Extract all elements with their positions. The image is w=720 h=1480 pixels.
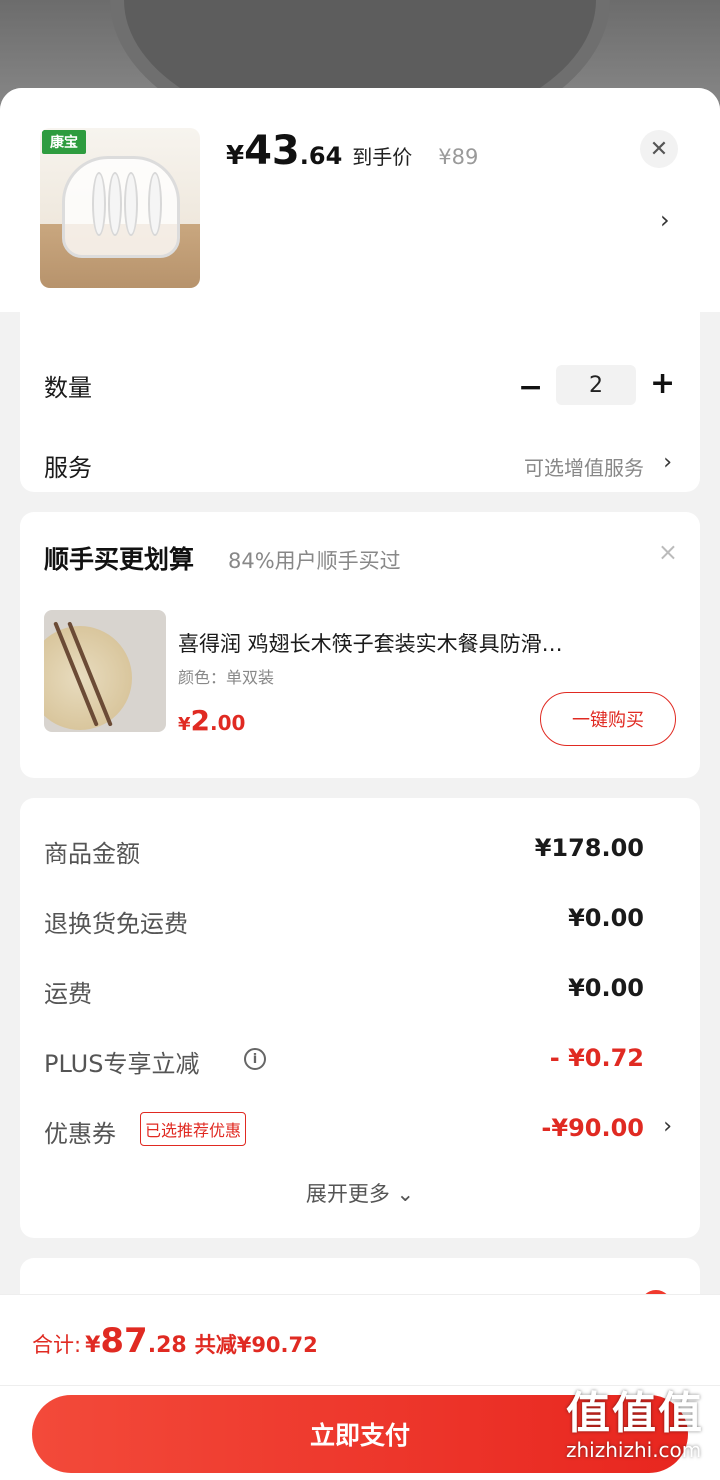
watermark-logo: 值值值 (566, 1388, 704, 1439)
addon-subtitle: 84%用户顺手买过 (228, 549, 401, 573)
total-label: 合计: (32, 1333, 82, 1357)
addon-price: ¥2.00 (178, 704, 245, 737)
service-hint[interactable]: 可选增值服务 (524, 452, 644, 481)
watermark-url: zhizhizhi.com (566, 1438, 702, 1462)
divider (0, 1385, 720, 1386)
fee-label: 优惠券 (44, 1120, 116, 1148)
fee-summary-card: 商品金额 ¥178.00 退换货免运费 ¥0.00 运费 ¥0.00 PLUS专… (20, 798, 700, 1238)
addon-product-image[interactable] (44, 610, 166, 732)
quantity-decrease-button[interactable]: − (518, 370, 543, 405)
quantity-service-card: 数量 − 2 + 服务 可选增值服务 › (20, 312, 700, 492)
chevron-right-icon[interactable]: › (660, 206, 670, 234)
chevron-right-icon[interactable]: › (663, 1114, 672, 1139)
final-price-tag: 到手价 (352, 145, 413, 169)
total-decimal: .28 (147, 1333, 187, 1358)
coupon-badge: 已选推荐优惠 (140, 1112, 247, 1146)
total-savings: 共减¥90.72 (194, 1333, 318, 1357)
purchase-sheet: 康宝 ¥ 43 .64 到手价 ¥89 ✕ › 数量 − 2 + 服务 可选增值… (0, 88, 720, 1480)
product-image[interactable]: 康宝 (40, 128, 200, 288)
fee-value: ¥178.00 (534, 834, 644, 862)
brand-logo: 康宝 (42, 130, 86, 154)
expand-more-button[interactable]: 展开更多 ⌄ (20, 1178, 700, 1208)
close-button[interactable]: ✕ (640, 130, 678, 168)
fee-label: PLUS专享立减 (44, 1050, 200, 1078)
woven-mat-illustration (44, 626, 132, 730)
fee-value: ¥0.00 (568, 904, 644, 932)
addon-price-decimal: .00 (210, 711, 246, 735)
fee-value: -¥90.00 (541, 1114, 644, 1142)
price-currency: ¥ (226, 141, 245, 171)
quantity-label: 数量 (44, 374, 92, 402)
addon-price-currency: ¥ (178, 714, 191, 735)
close-icon: ✕ (649, 136, 669, 162)
fee-row-plus-discount: PLUS专享立减 i - ¥0.72 (20, 1040, 700, 1080)
fee-row-shipping: 运费 ¥0.00 (20, 970, 700, 1010)
addon-spec: 颜色：单双装 (178, 668, 275, 687)
addon-product-name[interactable]: 喜得润 鸡翅长木筷子套装实木餐具防滑… (178, 628, 658, 658)
fee-label: 退换货免运费 (44, 910, 188, 938)
plate-illustration (148, 172, 162, 236)
price-row: ¥ 43 .64 到手价 ¥89 (226, 128, 478, 178)
info-icon[interactable]: i (244, 1048, 266, 1070)
service-label: 服务 (44, 454, 92, 482)
plate-illustration (124, 172, 138, 236)
original-price: ¥89 (438, 145, 479, 169)
addon-close-icon[interactable]: × (658, 538, 678, 566)
quantity-increase-button[interactable]: + (650, 366, 675, 401)
total-currency: ¥ (85, 1333, 101, 1358)
addon-price-integer: 2 (190, 704, 211, 737)
total-integer: 87 (100, 1321, 148, 1361)
fee-row-subtotal: 商品金额 ¥178.00 (20, 830, 700, 870)
price-decimal: .64 (299, 142, 343, 170)
product-header: 康宝 ¥ 43 .64 到手价 ¥89 ✕ › (0, 88, 720, 312)
chevron-right-icon[interactable]: › (663, 450, 672, 475)
fee-label: 运费 (44, 980, 92, 1008)
site-watermark: 值值值 zhizhizhi.com (566, 1388, 716, 1463)
total-row: 合计: ¥ 87 .28 共减¥90.72 (32, 1321, 318, 1361)
plate-illustration (92, 172, 106, 236)
one-click-buy-button[interactable]: 一键购买 (540, 692, 676, 746)
fee-value: ¥0.00 (568, 974, 644, 1002)
fee-row-coupon[interactable]: 优惠券 已选推荐优惠 -¥90.00 › (20, 1110, 700, 1150)
addon-card: 顺手买更划算 84%用户顺手买过 × 喜得润 鸡翅长木筷子套装实木餐具防滑… 颜… (20, 512, 700, 778)
fee-label: 商品金额 (44, 840, 140, 868)
price-integer: 43 (244, 128, 300, 174)
plate-illustration (108, 172, 122, 236)
fee-value: - ¥0.72 (549, 1044, 644, 1072)
addon-title: 顺手买更划算 (44, 545, 195, 574)
fee-row-return-shipping: 退换货免运费 ¥0.00 (20, 900, 700, 940)
quantity-input[interactable]: 2 (556, 365, 636, 405)
